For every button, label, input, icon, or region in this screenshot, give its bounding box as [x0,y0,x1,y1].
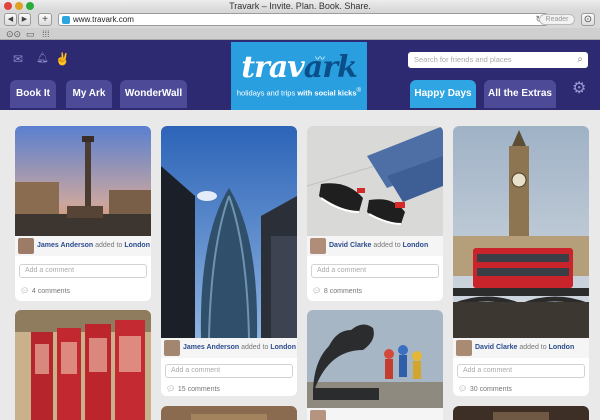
comment-count[interactable]: 💬︎ 15 comments [166,385,220,393]
post-action: added to [95,242,123,249]
comment-bubble-icon: 💬︎ [312,288,321,295]
post-action: added to [373,242,401,249]
post-card[interactable] [307,310,443,420]
tab-happy-days[interactable]: Happy Days [410,80,476,108]
comment-count[interactable]: 💬︎ 8 comments [312,287,362,295]
close-window-icon[interactable] [4,2,12,10]
post-meta: James Anderson added to London [161,338,297,358]
post-place[interactable]: London [403,242,429,249]
avatar[interactable] [164,340,180,356]
post-photo[interactable] [307,126,443,236]
comment-count[interactable]: 💬︎ 4 comments [20,287,70,295]
post-card[interactable]: David Clarke added to London Add a comme… [453,126,589,396]
notifications-icon[interactable]: 🔔︎ [36,53,49,64]
add-tab-button[interactable]: + [38,13,52,26]
mail-icon[interactable]: ✉ [13,52,23,66]
comment-bubble-icon: 💬︎ [20,288,29,295]
post-place[interactable]: London [270,344,296,351]
download-button[interactable]: ⊙ [581,13,595,26]
post-card[interactable]: James Anderson added to London Add a com… [15,126,151,301]
post-photo[interactable] [161,406,297,420]
window-controls [4,2,34,10]
comment-input[interactable]: Add a comment [311,264,439,278]
post-place[interactable]: London [549,344,575,351]
post-user[interactable]: James Anderson [37,242,93,249]
comment-input[interactable]: Add a comment [19,264,147,278]
post-user[interactable]: David Clarke [475,344,517,351]
address-bar[interactable]: www.travark.com ↻ [58,13,548,26]
post-card[interactable] [161,406,297,420]
post-place[interactable]: London [124,242,150,249]
post-photo[interactable] [453,126,589,338]
minimize-window-icon[interactable] [15,2,23,10]
search-placeholder: Search for friends and places [414,55,512,64]
logo-wordmark: travark [241,50,358,85]
post-photo[interactable] [161,126,297,338]
post-photo[interactable] [15,126,151,236]
favicon-icon [62,16,70,24]
bird-icon: 〰 [315,54,325,65]
avatar[interactable] [310,410,326,420]
window-titlebar: Travark – Invite. Plan. Book. Share. [0,0,600,12]
comment-bubble-icon: 💬︎ [166,386,175,393]
gear-icon[interactable]: ⚙ [572,78,586,98]
post-user[interactable]: James Anderson [183,344,239,351]
window-title: Travark – Invite. Plan. Book. Share. [229,1,371,11]
tab-my-ark[interactable]: My Ark [66,80,112,108]
reader-button[interactable]: Reader [539,14,575,25]
back-button[interactable]: ◀ [4,13,17,26]
logo-tagline: holidays and trips with social kicks® [236,87,362,98]
post-meta: James Anderson added to London [15,236,151,256]
post-card[interactable] [453,406,589,420]
reading-list-icon[interactable]: ⊙⊙ [6,29,21,40]
comment-count[interactable]: 💬︎ 30 comments [458,385,512,393]
bookmarks-icon[interactable]: ▭ [26,29,35,40]
search-icon[interactable]: ⌕ [577,52,583,68]
comment-input[interactable]: Add a comment [457,364,585,378]
travark-logo[interactable]: 〰 travark holidays and trips with social… [231,42,367,116]
forward-button[interactable]: ▶ [18,13,31,26]
avatar[interactable] [18,238,34,254]
post-action: added to [241,344,269,351]
post-meta: David Clarke added to London [307,236,443,256]
post-meta [307,408,443,420]
url-text: www.travark.com [73,15,134,24]
comment-input[interactable]: Add a comment [165,364,293,378]
post-action: added to [519,344,547,351]
post-photo[interactable] [453,406,589,420]
tab-all-the-extras[interactable]: All the Extras [484,80,556,108]
browser-toolbar: ◀ ▶ + www.travark.com ↻ Reader ⊙ [0,12,600,28]
search-input[interactable]: Search for friends and places ⌕ [408,52,588,68]
avatar[interactable] [310,238,326,254]
post-card[interactable]: David Clarke added to London Add a comme… [307,126,443,301]
post-card[interactable] [15,310,151,420]
tab-wonderwall[interactable]: WonderWall [120,80,187,108]
post-photo[interactable] [307,310,443,408]
bookmarks-bar: ⊙⊙ ▭ ⁞⁞⁞ [0,28,600,40]
top-sites-icon[interactable]: ⁞⁞⁞ [42,29,50,39]
comment-bubble-icon: 💬︎ [458,386,467,393]
wonderwall-feed: James Anderson added to London Add a com… [0,110,600,420]
post-photo[interactable] [15,310,151,420]
tab-book-it[interactable]: Book It [10,80,56,108]
maximize-window-icon[interactable] [26,2,34,10]
post-card[interactable]: James Anderson added to London Add a com… [161,126,297,396]
friends-icon[interactable]: ✌ [55,52,70,66]
post-meta: David Clarke added to London [453,338,589,358]
post-user[interactable]: David Clarke [329,242,371,249]
avatar[interactable] [456,340,472,356]
